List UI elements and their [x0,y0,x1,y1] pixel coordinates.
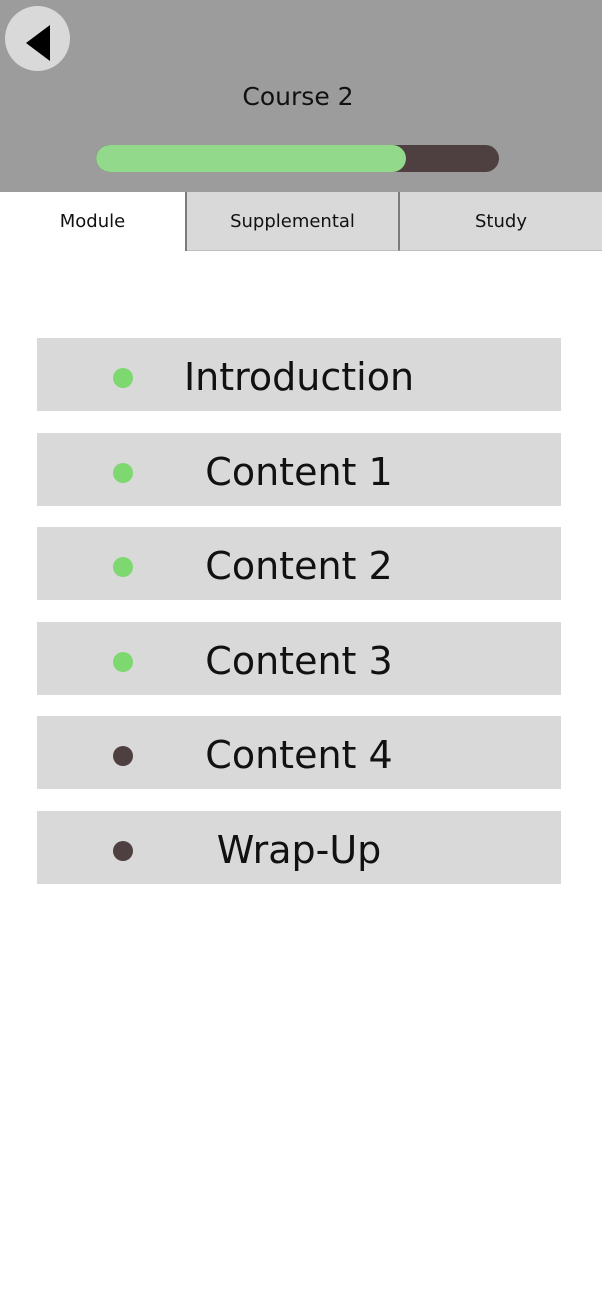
module-item-content-3[interactable]: Content 3 [37,621,561,695]
module-item-wrap-up[interactable]: Wrap-Up [37,810,561,884]
course-progress-bar [96,145,499,172]
module-label: Content 4 [205,733,393,777]
module-label: Content 1 [205,449,393,494]
module-item-content-2[interactable]: Content 2 [37,527,561,600]
course-title: Course 2 [242,82,354,111]
course-header: Course 2 [0,0,602,192]
tab-module[interactable]: Module [0,192,187,251]
module-label: Introduction [183,355,415,399]
module-label: Wrap-Up [216,827,382,872]
module-label: Content 3 [205,638,393,683]
tab-study[interactable]: Study [400,192,602,251]
module-list: Introduction Content 1 Content 2 Content… [37,338,561,905]
module-item-introduction[interactable]: Introduction [37,338,561,411]
course-progress-fill [96,145,407,172]
course-tabs: Module Supplemental Study [0,192,602,251]
module-item-content-4[interactable]: Content 4 [37,716,561,789]
back-triangle-icon [26,25,50,61]
module-item-content-1[interactable]: Content 1 [37,432,561,506]
tab-supplemental[interactable]: Supplemental [187,192,400,251]
module-label: Content 2 [205,544,393,588]
back-button[interactable] [5,6,70,71]
